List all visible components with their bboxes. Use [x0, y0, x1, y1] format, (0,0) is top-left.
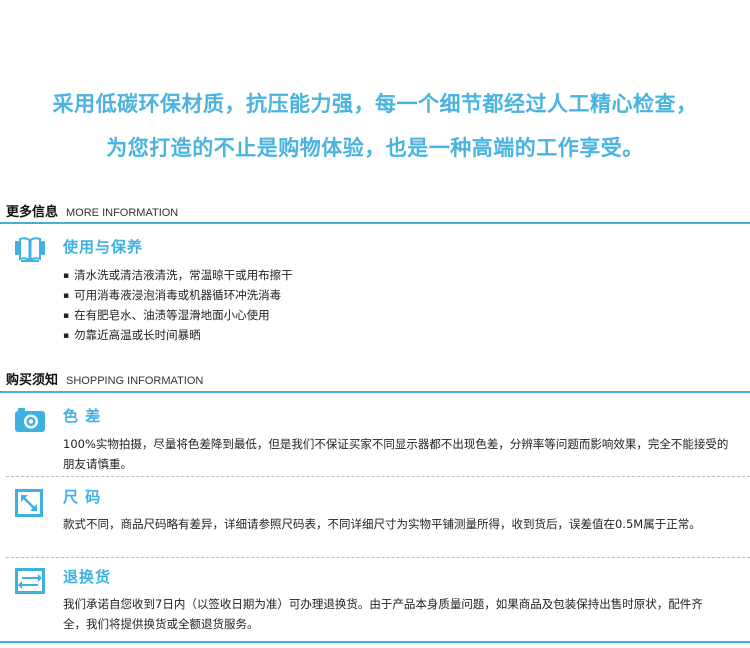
dashed-divider [6, 557, 750, 558]
size-text: 款式不同，商品尺码略有差异，详细请参照尺码表，不同详细尺寸为实物平铺测量所得，收… [63, 517, 701, 531]
book-icon [14, 236, 46, 264]
usage-list: 清水洗或清洁液清洗，常温晾干或用布擦干 可用消毒液浸泡消毒或机器循环冲洗消毒 在… [63, 266, 293, 346]
size-title: 尺 码 [63, 488, 102, 506]
more-info-heading-en: MORE INFORMATION [66, 207, 179, 219]
list-item: 勿靠近高温或长时间暴晒 [63, 326, 293, 346]
camera-icon [14, 406, 46, 434]
returns-text: 我们承诺自您收到7日内（以签收日期为准）可办理退换货。由于产品本身质量问题，如果… [63, 597, 703, 631]
more-info-heading: 更多信息 MORE INFORMATION [6, 201, 178, 221]
dashed-divider [6, 476, 750, 477]
tagline-line-1: 采用低碳环保材质，抗压能力强，每一个细节都经过人工精心检查， [52, 92, 698, 116]
more-info-heading-cn: 更多信息 [6, 205, 59, 220]
list-item: 可用消毒液浸泡消毒或机器循环冲洗消毒 [63, 286, 293, 306]
bottom-divider [0, 641, 750, 643]
tagline-line-2: 为您打造的不止是购物体验，也是一种高端的工作享受。 [106, 136, 644, 160]
shopping-info-heading-en: SHOPPING INFORMATION [66, 375, 204, 387]
color-title: 色 差 [63, 407, 102, 425]
color-text: 100%实物拍摄，尽量将色差降到最低，但是我们不保证买家不同显示器都不出现色差，… [63, 437, 729, 471]
shopping-info-heading: 购买须知 SHOPPING INFORMATION [6, 369, 203, 389]
usage-title: 使用与保养 [63, 238, 144, 256]
shopping-info-heading-cn: 购买须知 [6, 373, 59, 388]
section-divider [0, 391, 750, 393]
exchange-icon [14, 567, 46, 595]
list-item: 清水洗或清洁液清洗，常温晾干或用布擦干 [63, 266, 293, 286]
resize-icon [14, 488, 44, 518]
list-item: 在有肥皂水、油渍等湿滑地面小心使用 [63, 306, 293, 326]
section-divider [0, 222, 750, 224]
returns-title: 退换货 [63, 568, 112, 586]
